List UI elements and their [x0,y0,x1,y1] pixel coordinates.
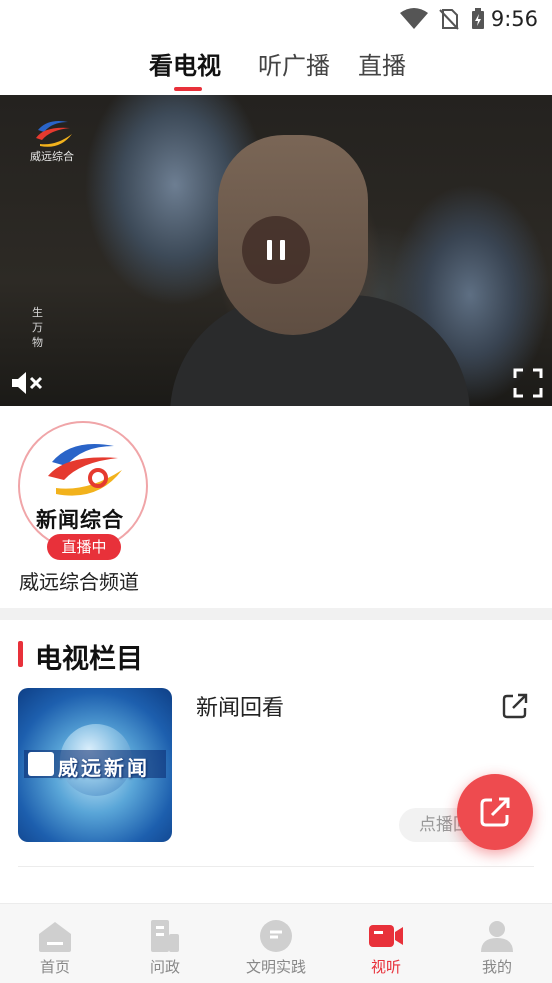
video-camera-icon [369,925,403,947]
pause-button[interactable] [242,216,310,284]
fullscreen-icon[interactable] [513,368,543,398]
screen: 9:56 看电视 听广播 直播 威远综合 生万物 新闻综合 直播中 威远综合频道… [0,0,552,983]
floating-share-button[interactable] [457,774,533,850]
person-icon [481,921,513,952]
section-accent-bar [18,641,23,667]
share-icon[interactable] [501,692,529,720]
program-title[interactable]: 新闻回看 [196,690,284,722]
home-icon [39,922,71,952]
nav-civilization-practice[interactable]: 文明实践 [221,904,331,983]
row-divider [18,866,534,867]
channel-logo-icon [48,444,122,496]
section-divider [0,608,552,620]
tab-radio[interactable]: 听广播 [258,46,330,81]
nav-civilization-practice-label: 文明实践 [245,958,306,976]
mute-icon[interactable] [10,370,46,396]
status-bar: 9:56 [0,0,552,38]
nav-home[interactable]: 首页 [0,904,110,983]
channel-bug-label: 威远综合 [30,150,74,163]
wifi-icon [400,8,428,29]
bottom-navigation: 首页 问政 文明实践 视听 我的 [0,903,552,983]
thumbnail-logo-icon [28,752,54,776]
external-share-icon [480,797,510,827]
nav-home-label: 首页 [39,958,70,976]
pause-icon-bar [280,240,285,260]
building-icon [151,920,179,952]
section-title: 电视栏目 [35,644,143,675]
nav-profile-label: 我的 [481,958,512,976]
battery-charging-icon [472,8,484,29]
nav-audio-video[interactable]: 视听 [331,904,441,983]
channel-logo-bug-icon [36,121,72,147]
clock: 9:56 [490,7,538,31]
nav-profile[interactable]: 我的 [442,904,552,983]
chat-bubble-icon [260,920,292,952]
thumbnail-title: 威远新闻 [58,756,150,780]
no-sim-icon [439,9,459,30]
tab-live[interactable]: 直播 [358,46,406,81]
program-thumbnail[interactable]: 威远新闻 [18,688,172,842]
active-tab-indicator [174,87,202,91]
program-watermark: 生万物 [32,306,43,349]
tab-watch-tv[interactable]: 看电视 [149,46,221,81]
live-badge: 直播中 [47,534,121,560]
nav-audio-video-label: 视听 [370,958,401,976]
channel-name[interactable]: 威远综合频道 [19,566,139,595]
pause-icon [267,240,272,260]
channel-logo-label: 新闻综合 [36,508,124,532]
nav-inquiry-label: 问政 [149,958,180,976]
nav-inquiry[interactable]: 问政 [110,904,220,983]
